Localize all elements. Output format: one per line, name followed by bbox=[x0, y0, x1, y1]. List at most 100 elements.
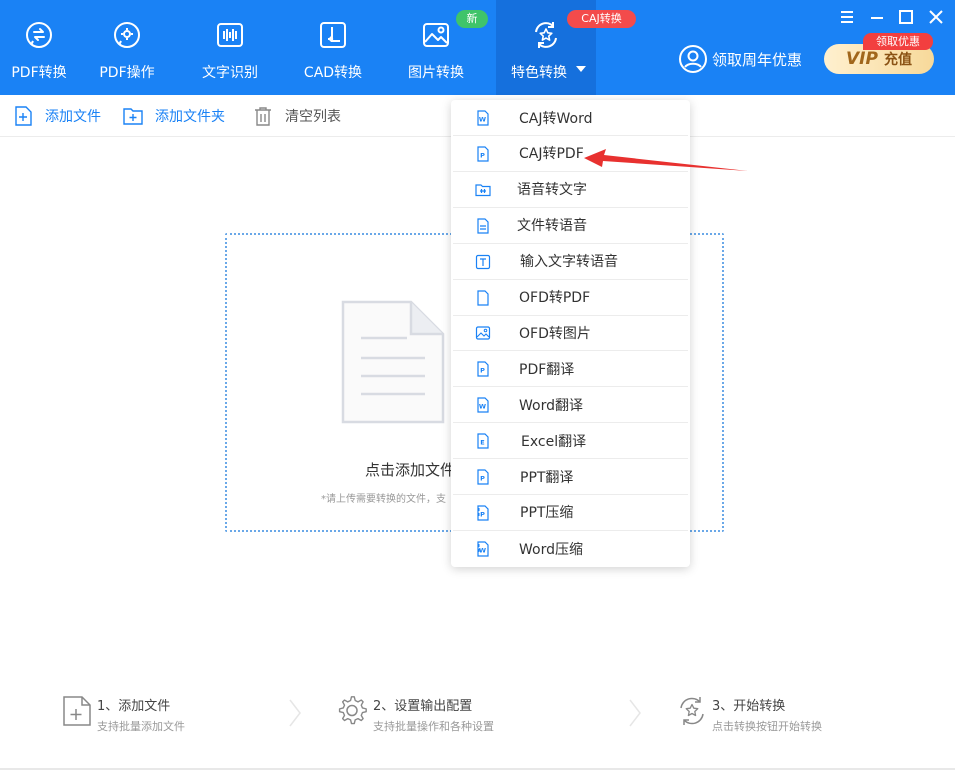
nav-pdf-convert[interactable]: PDF转换 bbox=[0, 0, 78, 95]
maximize-icon[interactable] bbox=[897, 8, 915, 26]
account-promo-link[interactable]: 领取周年优惠 bbox=[678, 43, 802, 75]
top-navigation-bar: PDF转换 PDF操作 文字识别 CAD转换 图片转换 特色转换 新 CAJ转换… bbox=[0, 0, 955, 95]
red-arrow-annotation bbox=[584, 149, 748, 171]
chevron-down-icon bbox=[576, 66, 586, 72]
svg-text:E: E bbox=[480, 439, 484, 447]
dropdown-item-ofd-to-image[interactable]: OFD转图片 bbox=[453, 315, 688, 352]
nav-image-convert-label: 图片转换 bbox=[408, 65, 464, 81]
ofd-image-icon bbox=[475, 326, 491, 340]
dropdown-item-label: CAJ转PDF bbox=[519, 146, 584, 163]
step-2-subtitle: 支持批量操作和各种设置 bbox=[373, 720, 494, 733]
dropdown-item-label: PDF翻译 bbox=[519, 361, 575, 378]
account-promo-label: 领取周年优惠 bbox=[712, 50, 803, 69]
add-folder-icon bbox=[123, 108, 143, 125]
dropdown-item-label: Word压缩 bbox=[519, 541, 583, 558]
nav-special-convert-label: 特色转换 bbox=[511, 65, 567, 81]
trash-icon bbox=[255, 107, 271, 126]
chevron-right-icon bbox=[629, 699, 641, 727]
vip-recharge-label: 充值 bbox=[883, 52, 912, 68]
dropdown-item-label: 输入文字转语音 bbox=[520, 254, 618, 271]
nav-ocr-label: 文字识别 bbox=[202, 65, 258, 81]
gear-icon bbox=[338, 696, 367, 725]
step-2-title: 2、设置输出配置 bbox=[373, 699, 473, 714]
ocr-icon bbox=[217, 23, 243, 47]
step-3-subtitle: 点击转换按钮开始转换 bbox=[712, 720, 822, 733]
add-file-step-icon bbox=[63, 696, 91, 726]
svg-text:W: W bbox=[479, 546, 486, 554]
ofd-code-icon bbox=[477, 289, 489, 306]
drop-zone-hint: *请上传需要转换的文件，支 bbox=[321, 494, 446, 505]
dropdown-item-word-translate[interactable]: W Word翻译 bbox=[453, 387, 688, 424]
ppt-compress-icon: P bbox=[477, 505, 489, 521]
step-1-title: 1、添加文件 bbox=[97, 699, 171, 714]
input-text-icon bbox=[475, 254, 491, 269]
svg-text:P: P bbox=[480, 367, 485, 375]
step-3-title: 3、开始转换 bbox=[712, 699, 786, 714]
dropdown-item-caj-to-word[interactable]: W CAJ转Word bbox=[453, 100, 688, 136]
ppt-translate-icon: P bbox=[477, 469, 489, 485]
vip-text: VIP bbox=[846, 49, 878, 69]
dropdown-item-pdf-translate[interactable]: P PDF翻译 bbox=[453, 351, 688, 388]
pdf-doc-icon: P bbox=[477, 146, 489, 162]
nav-cad-convert-label: CAD转换 bbox=[303, 65, 363, 81]
svg-text:W: W bbox=[479, 403, 486, 411]
nav-pdf-convert-label: PDF转换 bbox=[11, 65, 67, 81]
dropdown-item-excel-translate[interactable]: E Excel翻译 bbox=[453, 423, 688, 460]
svg-text:P: P bbox=[480, 475, 485, 483]
word-translate-icon: W bbox=[477, 397, 489, 413]
start-convert-icon bbox=[680, 697, 704, 725]
dropdown-item-label: PPT翻译 bbox=[520, 469, 574, 486]
svg-text:P: P bbox=[480, 510, 485, 518]
minimize-icon[interactable] bbox=[868, 8, 886, 26]
dropdown-item-label: PPT压缩 bbox=[520, 505, 574, 522]
dropdown-item-ppt-translate[interactable]: P PPT翻译 bbox=[453, 459, 688, 495]
close-icon[interactable] bbox=[927, 8, 945, 26]
add-folder-label: 添加文件夹 bbox=[155, 109, 225, 125]
pdf-convert-icon bbox=[26, 22, 52, 48]
nav-cad-convert[interactable]: CAD转换 bbox=[296, 0, 370, 95]
dropdown-item-label: OFD转PDF bbox=[519, 290, 591, 306]
vip-promo-tag: 领取优惠 bbox=[863, 33, 933, 50]
chevron-right-icon bbox=[289, 699, 301, 727]
document-placeholder-icon bbox=[341, 300, 445, 424]
pdf-translate-icon: P bbox=[477, 361, 489, 377]
add-file-icon bbox=[15, 106, 32, 126]
user-icon bbox=[679, 45, 707, 73]
dropdown-item-word-compress[interactable]: W Word压缩 bbox=[453, 531, 688, 567]
dropdown-item-label: OFD转图片 bbox=[519, 325, 591, 342]
dropdown-item-ppt-compress[interactable]: P PPT压缩 bbox=[453, 495, 688, 531]
caj-convert-badge: CAJ转换 bbox=[567, 10, 636, 28]
image-icon bbox=[423, 23, 449, 47]
menu-icon[interactable] bbox=[838, 8, 856, 26]
svg-text:W: W bbox=[479, 116, 486, 124]
svg-text:P: P bbox=[480, 151, 485, 159]
dropdown-item-label: CAJ转Word bbox=[519, 110, 593, 127]
excel-translate-icon: E bbox=[477, 433, 489, 449]
word-doc-icon: W bbox=[477, 110, 489, 126]
dropdown-item-file-to-speech[interactable]: 文件转语音 bbox=[453, 208, 688, 244]
dropdown-item-label: Word翻译 bbox=[519, 397, 583, 414]
add-folder-button[interactable]: 添加文件夹 bbox=[123, 105, 225, 127]
text-to-speech-icon bbox=[477, 218, 489, 234]
star-convert-icon bbox=[535, 22, 557, 48]
nav-ocr[interactable]: 文字识别 bbox=[192, 0, 268, 95]
dropdown-item-ofd-to-pdf[interactable]: OFD转PDF bbox=[453, 280, 688, 316]
clear-list-button[interactable]: 清空列表 bbox=[253, 105, 341, 127]
audio-folder-icon bbox=[475, 184, 491, 196]
dropdown-item-label: 语音转文字 bbox=[517, 182, 587, 199]
dropdown-item-label: 文件转语音 bbox=[517, 218, 587, 235]
nav-pdf-operate-label: PDF操作 bbox=[99, 65, 155, 81]
cad-icon bbox=[320, 22, 346, 48]
clear-list-label: 清空列表 bbox=[285, 109, 341, 125]
dropdown-item-input-text-to-speech[interactable]: 输入文字转语音 bbox=[453, 244, 688, 280]
new-badge: 新 bbox=[456, 10, 488, 28]
step-1-subtitle: 支持批量添加文件 bbox=[97, 720, 185, 733]
pdf-operate-icon bbox=[114, 22, 140, 48]
dropdown-item-speech-to-text[interactable]: 语音转文字 bbox=[453, 172, 688, 208]
drop-zone-title: 点击添加文件 bbox=[365, 461, 456, 479]
add-file-label: 添加文件 bbox=[45, 109, 101, 125]
add-file-button[interactable]: 添加文件 bbox=[13, 105, 101, 127]
nav-pdf-operate[interactable]: PDF操作 bbox=[90, 0, 164, 95]
word-compress-icon: W bbox=[477, 541, 489, 557]
dropdown-item-label: Excel翻译 bbox=[521, 433, 587, 450]
